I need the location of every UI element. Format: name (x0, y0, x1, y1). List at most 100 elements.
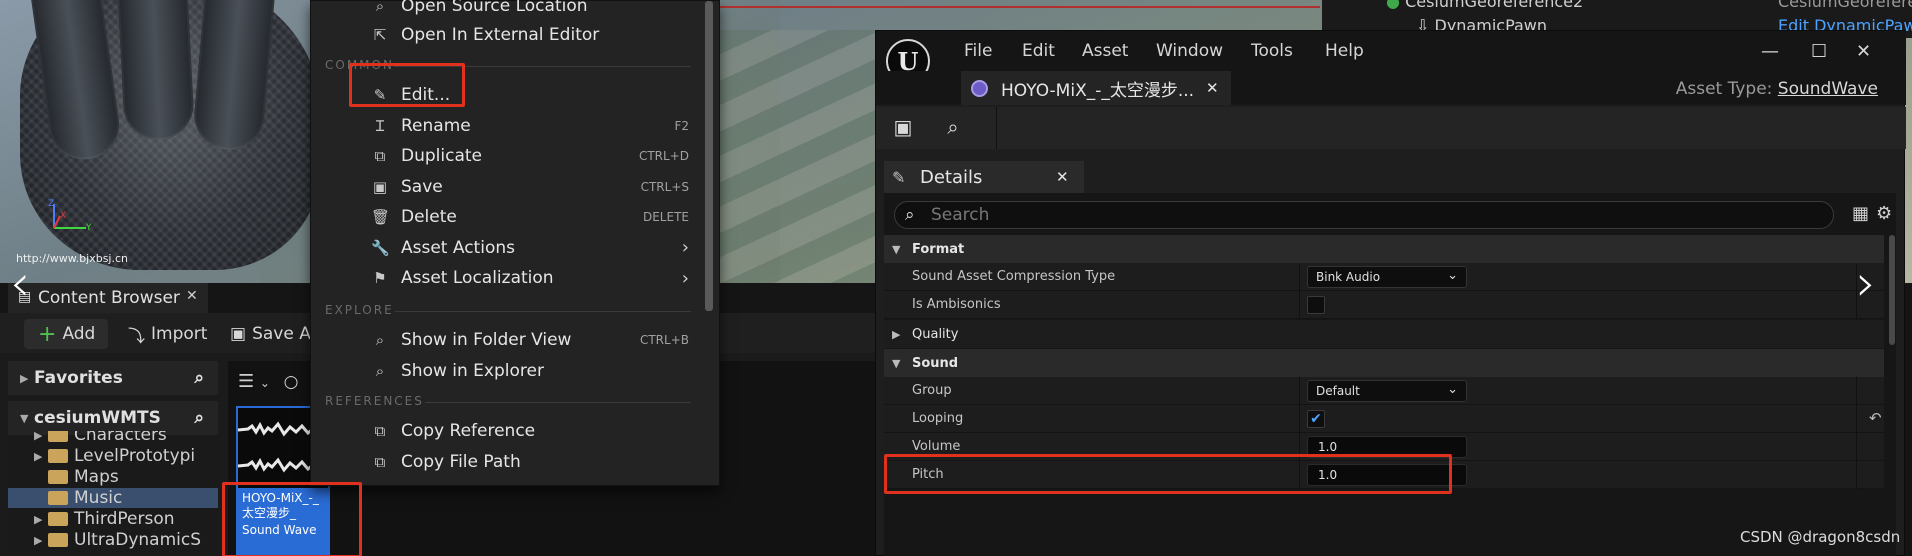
folder-icon (48, 470, 68, 484)
search-icon[interactable]: ⌕ (194, 408, 204, 428)
menu-file[interactable]: File (964, 41, 992, 61)
asset-context-menu: ⌕ Open Source Location ⇱ Open In External E… (310, 0, 720, 486)
menu-item-copy-file-path[interactable]: ⧉ Copy File Path (311, 447, 707, 477)
menu-item-edit[interactable]: ✎ Edit... (311, 80, 707, 110)
browse-asset-icon[interactable]: ⌕ (940, 115, 966, 141)
gear-icon[interactable]: ⚙ (1876, 203, 1892, 224)
import-button[interactable]: ⤵ Import (128, 319, 207, 349)
expand-arrow-icon[interactable]: ▶ (34, 534, 48, 547)
watermark-url: http://www.bjxbsj.cn (16, 252, 129, 265)
menu-asset[interactable]: Asset (1082, 41, 1128, 61)
menu-tools[interactable]: Tools (1251, 41, 1293, 61)
tab-sound-wave-asset[interactable]: HOYO-MiX_-_太空漫步... ✕ (961, 71, 1231, 105)
menu-item-duplicate[interactable]: ⧉ Duplicate CTRL+D (311, 141, 707, 171)
reset-to-default-icon[interactable]: ↶ (1869, 409, 1882, 427)
menu-item-save[interactable]: ▣ Save CTRL+S (311, 172, 707, 202)
previous-arrow-icon[interactable]: ‹ (10, 258, 30, 308)
table-view-icon[interactable]: ▦ (1852, 203, 1869, 224)
close-icon[interactable]: ✕ (186, 288, 198, 304)
next-arrow-icon[interactable]: › (1856, 258, 1876, 308)
folder-icon (48, 449, 68, 463)
folder-tree-item[interactable]: ▶ ThirdPerson (8, 509, 218, 529)
import-label: Import (151, 324, 208, 344)
menu-item-asset-localization[interactable]: ⚑ Asset Localization › (311, 263, 707, 293)
group-dropdown[interactable]: Default ⌄ (1307, 380, 1467, 402)
search-icon: ⌕ (905, 205, 915, 225)
folder-search-icon: ⌕ (375, 0, 385, 15)
chevron-down-icon: ⌄ (259, 376, 270, 390)
asset-type-link[interactable]: SoundWave (1778, 79, 1878, 99)
asset-type-prefix: Asset Type: (1675, 79, 1773, 99)
property-label: Pitch (912, 467, 944, 482)
expand-arrow-icon[interactable]: ▶ (34, 513, 48, 526)
project-header[interactable]: ▼ cesiumWMTS ⌕ (8, 401, 218, 435)
folder-tree-item[interactable]: Music (8, 488, 218, 508)
menu-item-asset-actions[interactable]: 🔧 Asset Actions › (311, 233, 707, 263)
menu-item-show-in-explorer[interactable]: ⌕ Show in Explorer (311, 356, 707, 386)
search-icon[interactable]: ⌕ (194, 368, 204, 388)
search-icon[interactable]: ○ (284, 372, 299, 392)
menu-section-divider (395, 311, 691, 312)
save-all-button[interactable]: ▣ Save Al (230, 319, 316, 349)
shortcut-label: F2 (674, 118, 689, 133)
pitch-field[interactable]: 1.0 (1307, 464, 1467, 486)
collapsed-arrow-icon: ▶ (20, 371, 29, 385)
menu-item-label: Open In External Editor (401, 25, 600, 45)
menu-window[interactable]: Window (1156, 41, 1223, 61)
tab-content-browser[interactable]: ▤ Content Browser ✕ (8, 283, 208, 313)
minimize-button[interactable]: — (1761, 41, 1779, 62)
folder-tree-item[interactable]: ▶ LevelPrototypi (8, 446, 218, 466)
actor-icon: ● (1386, 0, 1400, 11)
category-sound[interactable]: ▼ Sound (884, 349, 1884, 377)
details-search[interactable]: ⌕ (894, 201, 1834, 229)
search-input[interactable] (931, 204, 1811, 226)
folder-tree-item[interactable]: ▶ Characters (8, 431, 218, 445)
volume-field[interactable]: 1.0 (1307, 436, 1467, 458)
category-label: Quality (912, 326, 959, 342)
expand-arrow-icon[interactable]: ▶ (34, 450, 48, 463)
maximize-button[interactable]: ☐ (1811, 41, 1827, 62)
folder-label: ThirdPerson (74, 509, 175, 529)
menu-item-copy-reference[interactable]: ⧉ Copy Reference (311, 416, 707, 446)
menu-help[interactable]: Help (1325, 41, 1364, 61)
menu-item-show-in-folder-view[interactable]: ⌕ Show in Folder View CTRL+B (311, 325, 707, 355)
close-icon[interactable]: ✕ (1206, 79, 1219, 97)
folder-label: Maps (74, 467, 119, 487)
favorites-header[interactable]: ▶ Favorites ⌕ (8, 361, 218, 395)
outliner-row[interactable]: ● CesiumGeoreference2 (1386, 0, 1583, 11)
category-format[interactable]: ▼ Format (884, 235, 1884, 263)
folder-label: Music (74, 488, 123, 508)
axis-y-label: Y (85, 223, 92, 233)
property-row-pitch: Pitch 1.0 (884, 461, 1884, 489)
menu-item-open-source-location[interactable]: ⌕ Open Source Location (311, 0, 707, 21)
asset-name: HOYO-MiX_-_ 太空漫步_ Sound Wave (238, 488, 328, 554)
save-icon[interactable]: ▣ (890, 115, 916, 141)
menu-item-label: Copy File Path (401, 451, 521, 472)
tab-details[interactable]: ✎ Details ✕ (884, 161, 1084, 193)
folder-label: LevelPrototypi (74, 446, 196, 466)
folder-tree-item[interactable]: Maps (8, 467, 218, 487)
menu-item-label: Show in Folder View (401, 330, 572, 350)
menu-item-delete[interactable]: 🗑 Delete DELETE (311, 202, 707, 232)
looping-checkbox[interactable]: ✔ (1307, 410, 1325, 428)
expand-arrow-icon[interactable]: ▶ (34, 431, 48, 442)
add-button[interactable]: + Add (24, 319, 108, 349)
menu-item-rename[interactable]: Ɪ Rename F2 (311, 111, 707, 141)
category-quality[interactable]: ▶ Quality (884, 320, 1884, 348)
column-divider (1299, 377, 1300, 405)
pencil-icon: ✎ (892, 167, 906, 187)
menu-edit[interactable]: Edit (1022, 41, 1055, 61)
filter-button[interactable]: ☰ ⌄ ○ (238, 371, 299, 392)
folder-icon (48, 512, 68, 526)
compression-type-dropdown[interactable]: Bink Audio ⌄ (1307, 266, 1467, 288)
details-scrollbar[interactable] (1889, 235, 1895, 345)
menu-item-open-in-external-editor[interactable]: ⇱ Open In External Editor (311, 20, 707, 50)
ambisonics-checkbox[interactable] (1307, 296, 1325, 314)
close-window-button[interactable]: ✕ (1856, 41, 1871, 62)
property-label: Is Ambisonics (912, 297, 1001, 312)
close-icon[interactable]: ✕ (1056, 168, 1069, 186)
glove-finger (114, 0, 196, 142)
external-editor-icon: ⇱ (373, 26, 387, 44)
folder-tree-item[interactable]: ▶ UltraDynamicS (8, 530, 218, 550)
save-icon: ▣ (372, 177, 388, 196)
